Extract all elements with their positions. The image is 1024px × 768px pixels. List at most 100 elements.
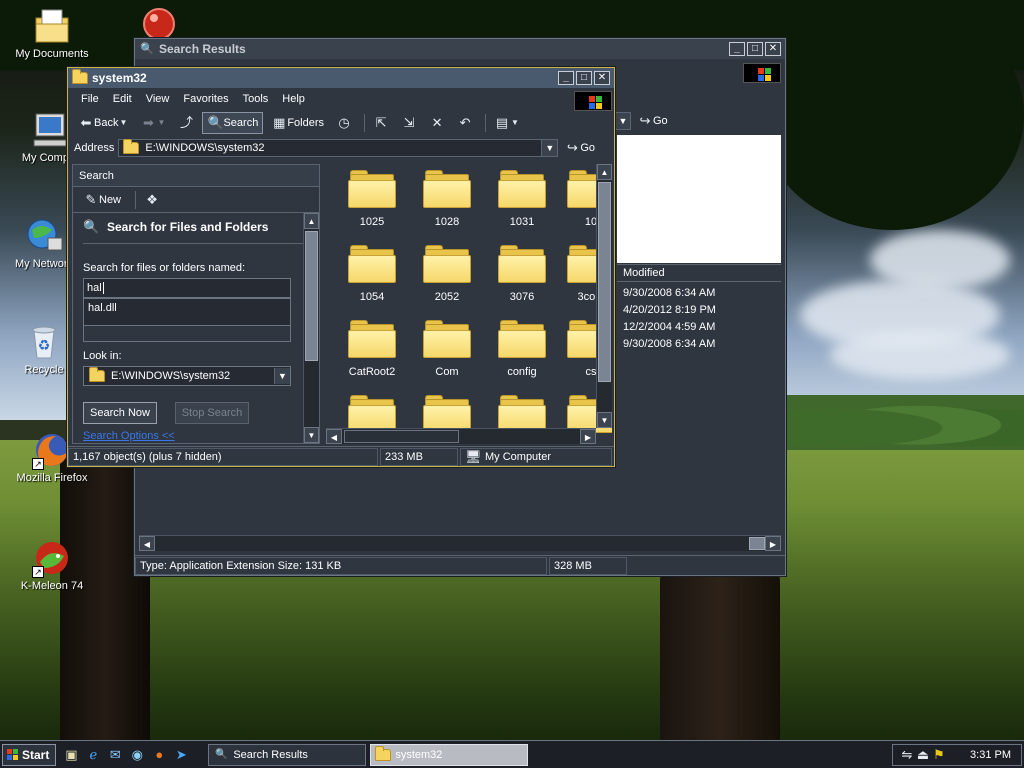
results-horizontal-scrollbar[interactable]: ◀ ▶	[139, 535, 781, 551]
show-desktop-icon[interactable]: ▣	[62, 746, 80, 764]
folder-icon	[498, 170, 546, 208]
search-window-icon: 🔍	[140, 43, 154, 55]
clock[interactable]: 3:31 PM	[970, 749, 1011, 761]
task-system32[interactable]: system32	[370, 743, 529, 766]
folders-button[interactable]: ▦ Folders	[267, 113, 328, 133]
menu-help[interactable]: Help	[275, 91, 312, 107]
messenger-icon[interactable]: ➤	[172, 746, 190, 764]
address-input[interactable]: E:\WINDOWS\system32 ▼	[118, 139, 559, 157]
scroll-up-arrow[interactable]: ▲	[304, 213, 319, 229]
windows-media-icon[interactable]: ◉	[128, 746, 146, 764]
stop-search-button[interactable]: Stop Search	[175, 402, 249, 424]
folder-view-horizontal-scrollbar[interactable]: ◀ ▶	[326, 428, 596, 444]
window-title: system32	[92, 71, 147, 85]
scroll-thumb[interactable]	[749, 537, 765, 550]
autocomplete-item[interactable]: hal.dll	[88, 302, 286, 314]
folder-item[interactable]: CatRoot2	[337, 320, 407, 378]
search-button[interactable]: 🔍 Search	[202, 112, 264, 134]
go-button[interactable]: ↪ Go	[564, 140, 595, 156]
folder-item[interactable]: 1031	[487, 170, 557, 228]
search-address-dropdown[interactable]: ▼	[615, 112, 631, 130]
views-button[interactable]: ▤ ▼	[490, 113, 524, 133]
scroll-left-arrow[interactable]: ◀	[139, 536, 155, 551]
menu-favorites[interactable]: Favorites	[176, 91, 235, 107]
desktop-icon-label: K-Meleon 74	[20, 580, 84, 592]
scroll-up-arrow[interactable]: ▲	[597, 164, 612, 180]
desktop-icon-my-documents[interactable]: My Documents	[6, 6, 98, 60]
minimize-button[interactable]: _	[729, 42, 745, 56]
status-size: 233 MB	[380, 447, 458, 466]
status-type: Type: Application Extension Size: 131 KB	[135, 556, 547, 575]
scroll-thumb[interactable]	[598, 182, 611, 382]
back-button[interactable]: ⬅ Back ▼	[74, 113, 132, 133]
chevron-down-icon: ▼	[511, 118, 519, 127]
menu-view[interactable]: View	[139, 91, 177, 107]
forward-button[interactable]: ➡ ▼	[136, 113, 170, 133]
task-search-results[interactable]: 🔍 Search Results	[208, 743, 367, 766]
status-size: 328 MB	[549, 556, 627, 575]
search-now-button[interactable]: Search Now	[83, 402, 157, 424]
scroll-down-arrow[interactable]: ▼	[304, 427, 319, 443]
search-pane: Search ✎ New ❖ 🔍 Search for Files and Fo…	[72, 164, 320, 444]
modified-cell[interactable]: 4/20/2012 8:19 PM	[623, 302, 716, 319]
desktop-icon-k-meleon[interactable]: ↗ K-Meleon 74	[6, 538, 98, 592]
network-icon[interactable]: ⇋	[899, 747, 915, 763]
modified-cell[interactable]: 9/30/2008 6:34 AM	[623, 336, 716, 353]
folder-icon	[423, 320, 471, 358]
outlook-express-icon[interactable]: ✉	[106, 746, 124, 764]
menu-edit[interactable]: Edit	[106, 91, 139, 107]
search-companion-button[interactable]: ❖	[140, 190, 164, 210]
folder-item[interactable]: 1028	[412, 170, 482, 228]
maximize-button[interactable]: □	[747, 42, 763, 56]
folder-view-vertical-scrollbar[interactable]: ▲ ▼	[596, 164, 612, 428]
column-header-modified[interactable]: Modified	[617, 264, 781, 282]
folder-icon	[72, 69, 88, 84]
menu-file[interactable]: File	[74, 91, 106, 107]
modified-cell[interactable]: 9/30/2008 6:34 AM	[623, 285, 716, 302]
scroll-thumb[interactable]	[305, 231, 318, 361]
scroll-down-arrow[interactable]: ▼	[597, 412, 612, 428]
search-options-link[interactable]: Search Options <<	[83, 430, 303, 442]
folder-item[interactable]: config	[487, 320, 557, 378]
undo-button[interactable]: ↶	[453, 113, 477, 133]
up-folder-button[interactable]: ⤴	[174, 113, 198, 133]
go-button[interactable]: ↪ Go	[637, 113, 668, 129]
new-search-button[interactable]: ✎ New	[79, 190, 125, 210]
internet-explorer-icon[interactable]: ℯ	[84, 746, 102, 764]
close-button[interactable]: ✕	[594, 71, 610, 85]
safely-remove-icon[interactable]: ⏏	[915, 747, 931, 763]
modified-cell[interactable]: 12/2/2004 4:59 AM	[623, 319, 716, 336]
look-in-select[interactable]: E:\WINDOWS\system32 ▼	[83, 366, 291, 386]
move-to-button[interactable]: ⇱	[369, 113, 393, 133]
menu-tools[interactable]: Tools	[236, 91, 276, 107]
close-button[interactable]: ✕	[765, 42, 781, 56]
folder-item[interactable]: 1025	[337, 170, 407, 228]
address-dropdown-button[interactable]: ▼	[541, 140, 558, 156]
folder-item[interactable]: 3076	[487, 245, 557, 303]
look-in-dropdown-button[interactable]: ▼	[274, 368, 290, 384]
security-icon[interactable]: ⚑	[931, 747, 947, 763]
firefox-icon[interactable]: ●	[150, 746, 168, 764]
history-icon: ◷	[338, 115, 350, 130]
scroll-right-arrow[interactable]: ▶	[580, 429, 596, 444]
history-button[interactable]: ◷	[332, 113, 356, 133]
search-results-titlebar[interactable]: 🔍 Search Results _ □ ✕	[135, 39, 785, 59]
folder-item[interactable]: Com	[412, 320, 482, 378]
system32-titlebar[interactable]: system32 _ □ ✕	[68, 68, 614, 88]
system32-window[interactable]: system32 _ □ ✕ File Edit View Favorites …	[67, 67, 615, 467]
scroll-thumb[interactable]	[344, 430, 459, 443]
results-preview-area	[617, 135, 781, 263]
scroll-right-arrow[interactable]: ▶	[765, 536, 781, 551]
search-named-input[interactable]: hal	[83, 278, 291, 298]
minimize-button[interactable]: _	[558, 71, 574, 85]
search-pane-scrollbar[interactable]: ▲ ▼	[303, 213, 319, 443]
folder-icon	[348, 320, 396, 358]
start-button[interactable]: Start	[2, 743, 57, 766]
folder-item[interactable]: 1054	[337, 245, 407, 303]
scroll-left-arrow[interactable]: ◀	[326, 429, 342, 444]
folder-item[interactable]: 2052	[412, 245, 482, 303]
svg-text:♻: ♻	[38, 338, 51, 354]
delete-button[interactable]: ✕	[425, 113, 449, 133]
maximize-button[interactable]: □	[576, 71, 592, 85]
copy-to-button[interactable]: ⇲	[397, 113, 421, 133]
